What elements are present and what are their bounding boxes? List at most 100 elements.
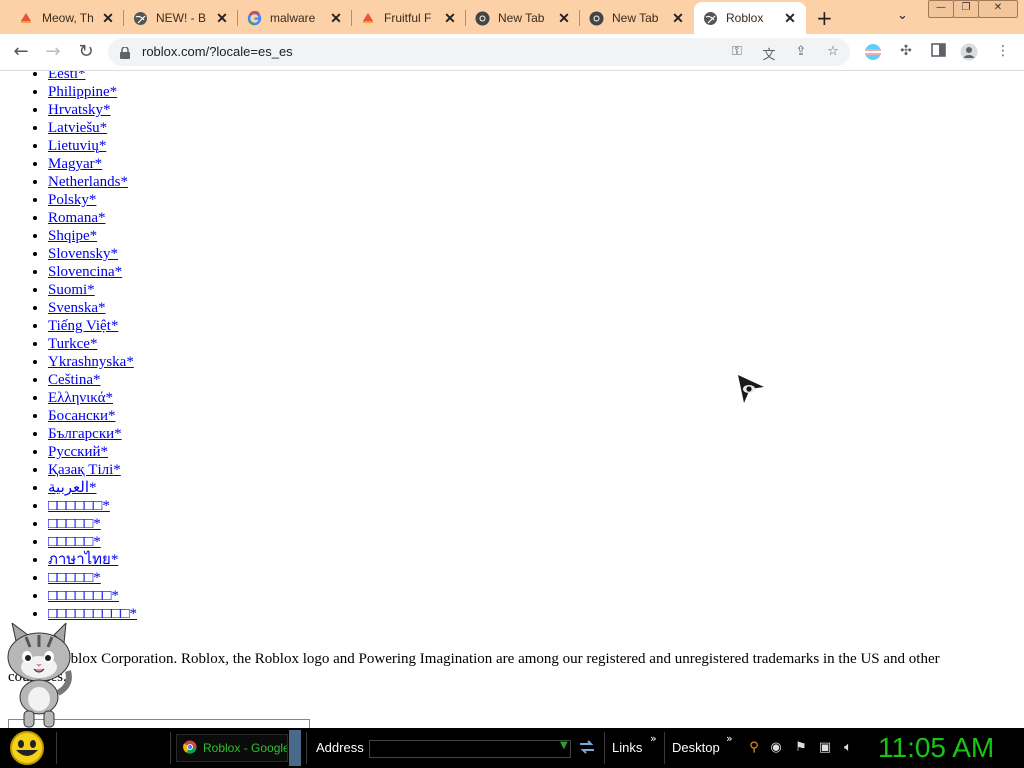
search-icon[interactable]: ⚲ [746,740,762,756]
url-text[interactable]: roblox.com/?locale=es_es [142,44,293,59]
tab-search-chevron-icon[interactable]: ⌄ [897,8,908,23]
language-link[interactable]: Svenska* [48,300,106,316]
address-bar[interactable]: roblox.com/?locale=es_es ⚿ 文 ⇪ ☆ [108,38,850,66]
close-icon[interactable]: ✕ [442,10,458,27]
taskbar: Roblox - Google Chrome Address ▼ Links »… [0,728,1024,768]
tab-active-roblox[interactable]: Roblox ✕ [694,2,806,34]
list-item: □□□□□□* [48,497,137,515]
list-item: Қазақ Тілі* [48,461,137,479]
links-toolbar-label[interactable]: Links [612,740,642,755]
tab-6[interactable]: New Tab ✕ [580,4,694,32]
profile-avatar-icon[interactable] [960,43,978,61]
clock[interactable]: 11:05 AM [878,732,994,764]
language-link[interactable]: Lietuvių* [48,138,106,154]
language-link[interactable]: Suomi* [48,282,95,298]
flag-alert-icon[interactable]: ⚑ [793,740,809,756]
language-link[interactable]: Polsky* [48,192,96,208]
close-window-button[interactable]: ✕ [978,0,1018,18]
desktop-toolbar-label[interactable]: Desktop [672,740,720,755]
list-item: Ceština* [48,371,137,389]
list-item: Romana* [48,209,137,227]
globe-icon [702,10,718,26]
volume-icon[interactable]: 🔈︎ [840,740,856,756]
fruit-favicon-icon [18,10,34,26]
side-panel-icon[interactable] [929,43,947,61]
go-arrows-icon[interactable] [578,738,596,761]
new-tab-button[interactable]: + [816,6,833,30]
tab-4[interactable]: Fruitful F ✕ [352,4,466,32]
language-link[interactable]: Philippine* [48,84,117,100]
language-link[interactable]: Romana* [48,210,106,226]
language-link[interactable]: Ελληνικά* [48,390,113,406]
tab-5[interactable]: New Tab ✕ [466,4,580,32]
taskbar-divider [664,732,665,764]
desktop-chevron[interactable]: » [726,732,733,745]
language-link[interactable]: Русский* [48,444,108,460]
language-link[interactable]: Ceština* [48,372,101,388]
language-list: Eesti* Philippine* Hrvatsky* Latviešu* L… [8,71,137,623]
lock-icon[interactable] [120,46,130,64]
translate-icon[interactable]: 文 [760,44,778,63]
network-icon[interactable]: ▣ [817,740,833,756]
language-link[interactable]: Slovensky* [48,246,118,262]
language-link[interactable]: □□□□□* [48,534,101,550]
language-link[interactable]: □□□□□□□* [48,588,119,604]
list-item: □□□□□□□□□* [48,605,137,623]
language-link[interactable]: العربية* [48,480,97,496]
list-item: Ελληνικά* [48,389,137,407]
close-icon[interactable]: ✕ [670,10,686,27]
language-link[interactable]: ภาษาไทย* [48,552,118,568]
menu-kebab-icon[interactable]: ⋮ [994,43,1012,61]
forward-arrow-icon[interactable]: → [41,40,65,64]
close-icon[interactable]: ✕ [214,10,230,27]
reload-icon[interactable]: ↻ [74,40,98,64]
taskbar-divider [604,732,605,764]
language-link[interactable]: Magyar* [48,156,102,172]
minimize-button[interactable]: — [928,0,954,18]
profile-flag-icon[interactable] [864,43,882,61]
close-icon[interactable]: ✕ [328,10,344,27]
share-icon[interactable]: ⇪ [792,44,810,60]
dropdown-arrow-icon[interactable]: ▼ [560,740,568,751]
start-button-smiley-icon[interactable] [6,730,48,768]
language-link[interactable]: Netherlands* [48,174,128,190]
language-link[interactable]: Shqipe* [48,228,97,244]
language-link[interactable]: Latviešu* [48,120,107,136]
language-link[interactable]: Български* [48,426,122,442]
back-arrow-icon[interactable]: ← [9,40,33,64]
tab-3[interactable]: malware ✕ [238,4,352,32]
taskbar-item-chrome[interactable]: Roblox - Google Chrome [176,734,288,762]
language-link[interactable]: Босански* [48,408,116,424]
language-link[interactable]: Slovencina* [48,264,122,280]
language-link[interactable]: Hrvatsky* [48,102,111,118]
language-link[interactable]: □□□□□□* [48,498,110,514]
close-icon[interactable]: ✕ [782,10,798,27]
tab-2[interactable]: NEW! - B ✕ [124,4,238,32]
star-icon[interactable]: ☆ [824,44,842,60]
tab-1[interactable]: Meow, Th ✕ [10,4,124,32]
language-link[interactable]: Turkce* [48,336,97,352]
extensions-puzzle-icon[interactable]: ✣ [897,43,915,61]
close-icon[interactable]: ✕ [556,10,572,27]
taskbar-item-label: Roblox - Google Chrome [203,741,287,755]
legal-notice: ©2022 Roblox Corporation. Roblox, the Ro… [8,651,940,685]
tray-circle-icon[interactable]: ◉ [768,740,784,756]
language-link[interactable]: Қазақ Тілі* [48,462,121,478]
language-link[interactable]: □□□□□* [48,570,101,586]
address-toolbar-input[interactable] [369,740,571,758]
language-link[interactable]: □□□□□□□□□* [48,606,137,622]
key-icon[interactable]: ⚿ [728,44,746,60]
taskbar-scroll[interactable] [289,730,301,766]
language-link[interactable]: Eesti* [48,71,86,82]
language-link[interactable]: Tiếng Việt* [48,318,118,334]
restore-button[interactable]: ❐ [953,0,979,18]
list-item: Polsky* [48,191,137,209]
browser-toolbar: ← → ↻ roblox.com/?locale=es_es ⚿ 文 ⇪ ☆ ✣… [0,34,1024,71]
language-link[interactable]: □□□□□* [48,516,101,532]
language-link[interactable]: Ykrashnyska* [48,354,134,370]
list-item: Ykrashnyska* [48,353,137,371]
links-chevron[interactable]: » [650,732,657,745]
close-icon[interactable]: ✕ [100,10,116,27]
list-item: العربية* [48,479,137,497]
chrome-icon [474,10,490,26]
